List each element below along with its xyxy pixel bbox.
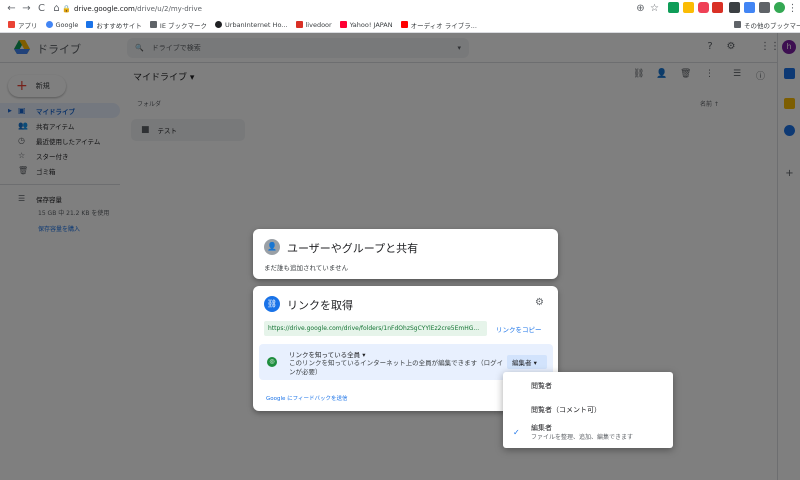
bookmark-label: livedoor <box>305 20 332 29</box>
lock-icon: 🔒 <box>62 4 71 13</box>
link-access-dropdown[interactable]: リンクを知っている全員 ▾ <box>289 349 366 359</box>
share-title: ユーザーやグループと共有 <box>287 242 419 255</box>
bookmark-urban[interactable]: UrbanInternet Ho... <box>215 20 288 29</box>
share-with-people-card[interactable]: 👤 ユーザーやグループと共有 まだ誰も追加されていません <box>253 229 558 279</box>
browser-toolbar: ← → C ⌂ 🔒 drive.google.com/drive/u/2/my-… <box>0 0 800 17</box>
bookmark-label: オーディオ ライブラ... <box>410 21 477 30</box>
bookmark-recommended[interactable]: おすすめサイト <box>86 20 142 30</box>
menu-item-commenter[interactable]: 閲覧者（コメント可） <box>503 405 673 419</box>
menu-item-description: ファイルを整理、追加、編集できます <box>531 434 634 441</box>
livedoor-icon <box>295 21 303 28</box>
bookmark-label: UrbanInternet Ho... <box>225 20 288 29</box>
extension-icon[interactable] <box>729 2 740 13</box>
copy-link-button[interactable]: リンクをコピー <box>496 324 542 334</box>
apps-icon <box>8 21 15 28</box>
url-path: /drive/u/2/my-drive <box>134 4 202 13</box>
settings-icon[interactable]: ⚙ <box>535 297 544 308</box>
google-icon <box>45 21 53 28</box>
check-icon: ✓ <box>513 428 520 437</box>
link-access-description: このリンクを知っているインターネット上の全員が編集できます（ログインが必要） <box>289 359 504 376</box>
address-bar[interactable]: 🔒 drive.google.com/drive/u/2/my-drive <box>62 2 662 15</box>
add-icon[interactable]: ⊕ <box>633 1 648 16</box>
bookmark-label: おすすめサイト <box>96 21 142 30</box>
star-icon[interactable]: ☆ <box>647 1 662 16</box>
bookmark-ie[interactable]: IE ブックマーク <box>149 20 208 30</box>
extension-icon[interactable] <box>683 2 694 13</box>
yahoo-icon <box>339 21 347 28</box>
reload-icon[interactable]: C <box>34 1 49 16</box>
url-host: drive.google.com <box>74 4 135 13</box>
bookmark-label: Yahoo! JAPAN <box>349 20 393 29</box>
feedback-link[interactable]: Google にフィードバックを送信 <box>266 394 348 402</box>
menu-item-label: 閲覧者（コメント可） <box>531 406 601 414</box>
menu-item-editor[interactable]: ✓ 編集者 ファイルを整理、追加、編集できます <box>503 423 673 445</box>
youtube-icon <box>400 21 408 28</box>
globe-icon <box>215 21 223 28</box>
role-menu: 閲覧者 閲覧者（コメント可） ✓ 編集者 ファイルを整理、追加、編集できます <box>503 372 673 448</box>
extension-icon[interactable] <box>668 2 679 13</box>
bookmark-label: その他のブックマーク <box>744 21 800 30</box>
bing-icon <box>86 21 94 28</box>
add-person-icon: 👤 <box>264 239 280 255</box>
pocket-icon[interactable] <box>698 2 709 13</box>
globe-icon: ◎ <box>267 357 277 367</box>
bookmark-label: アプリ <box>18 21 38 30</box>
link-url-field[interactable]: https://drive.google.com/drive/folders/1… <box>264 321 487 336</box>
menu-icon[interactable]: ⋮ <box>785 1 800 16</box>
bookmark-google[interactable]: Google <box>45 20 79 29</box>
profile-icon[interactable] <box>774 2 785 13</box>
bookmark-label: Google <box>55 20 79 29</box>
folder-icon <box>149 21 157 28</box>
share-subtitle: まだ誰も追加されていません <box>264 264 349 272</box>
link-icon: ⛓ <box>264 296 280 312</box>
bookmark-label: IE ブックマーク <box>159 21 208 30</box>
get-link-title: リンクを取得 <box>287 299 353 312</box>
bookmark-livedoor[interactable]: livedoor <box>295 20 332 29</box>
role-dropdown-button[interactable]: 編集者 ▾ <box>507 355 547 369</box>
bookmarks-bar: アプリ Google おすすめサイト IE ブックマーク UrbanIntern… <box>0 17 800 33</box>
back-icon[interactable]: ← <box>4 1 19 16</box>
bookmark-apps[interactable]: アプリ <box>8 20 38 30</box>
menu-item-label: 閲覧者 <box>531 382 552 390</box>
other-bookmarks[interactable]: その他のブックマーク <box>734 20 800 30</box>
extension-icon[interactable] <box>712 2 723 13</box>
folder-icon <box>734 21 741 28</box>
bookmark-audio[interactable]: オーディオ ライブラ... <box>400 20 477 30</box>
extension-icon[interactable] <box>744 2 755 13</box>
forward-icon[interactable]: → <box>19 1 34 16</box>
bookmark-yahoo[interactable]: Yahoo! JAPAN <box>339 20 393 29</box>
menu-item-viewer[interactable]: 閲覧者 <box>503 381 673 395</box>
puzzle-icon[interactable] <box>759 2 770 13</box>
